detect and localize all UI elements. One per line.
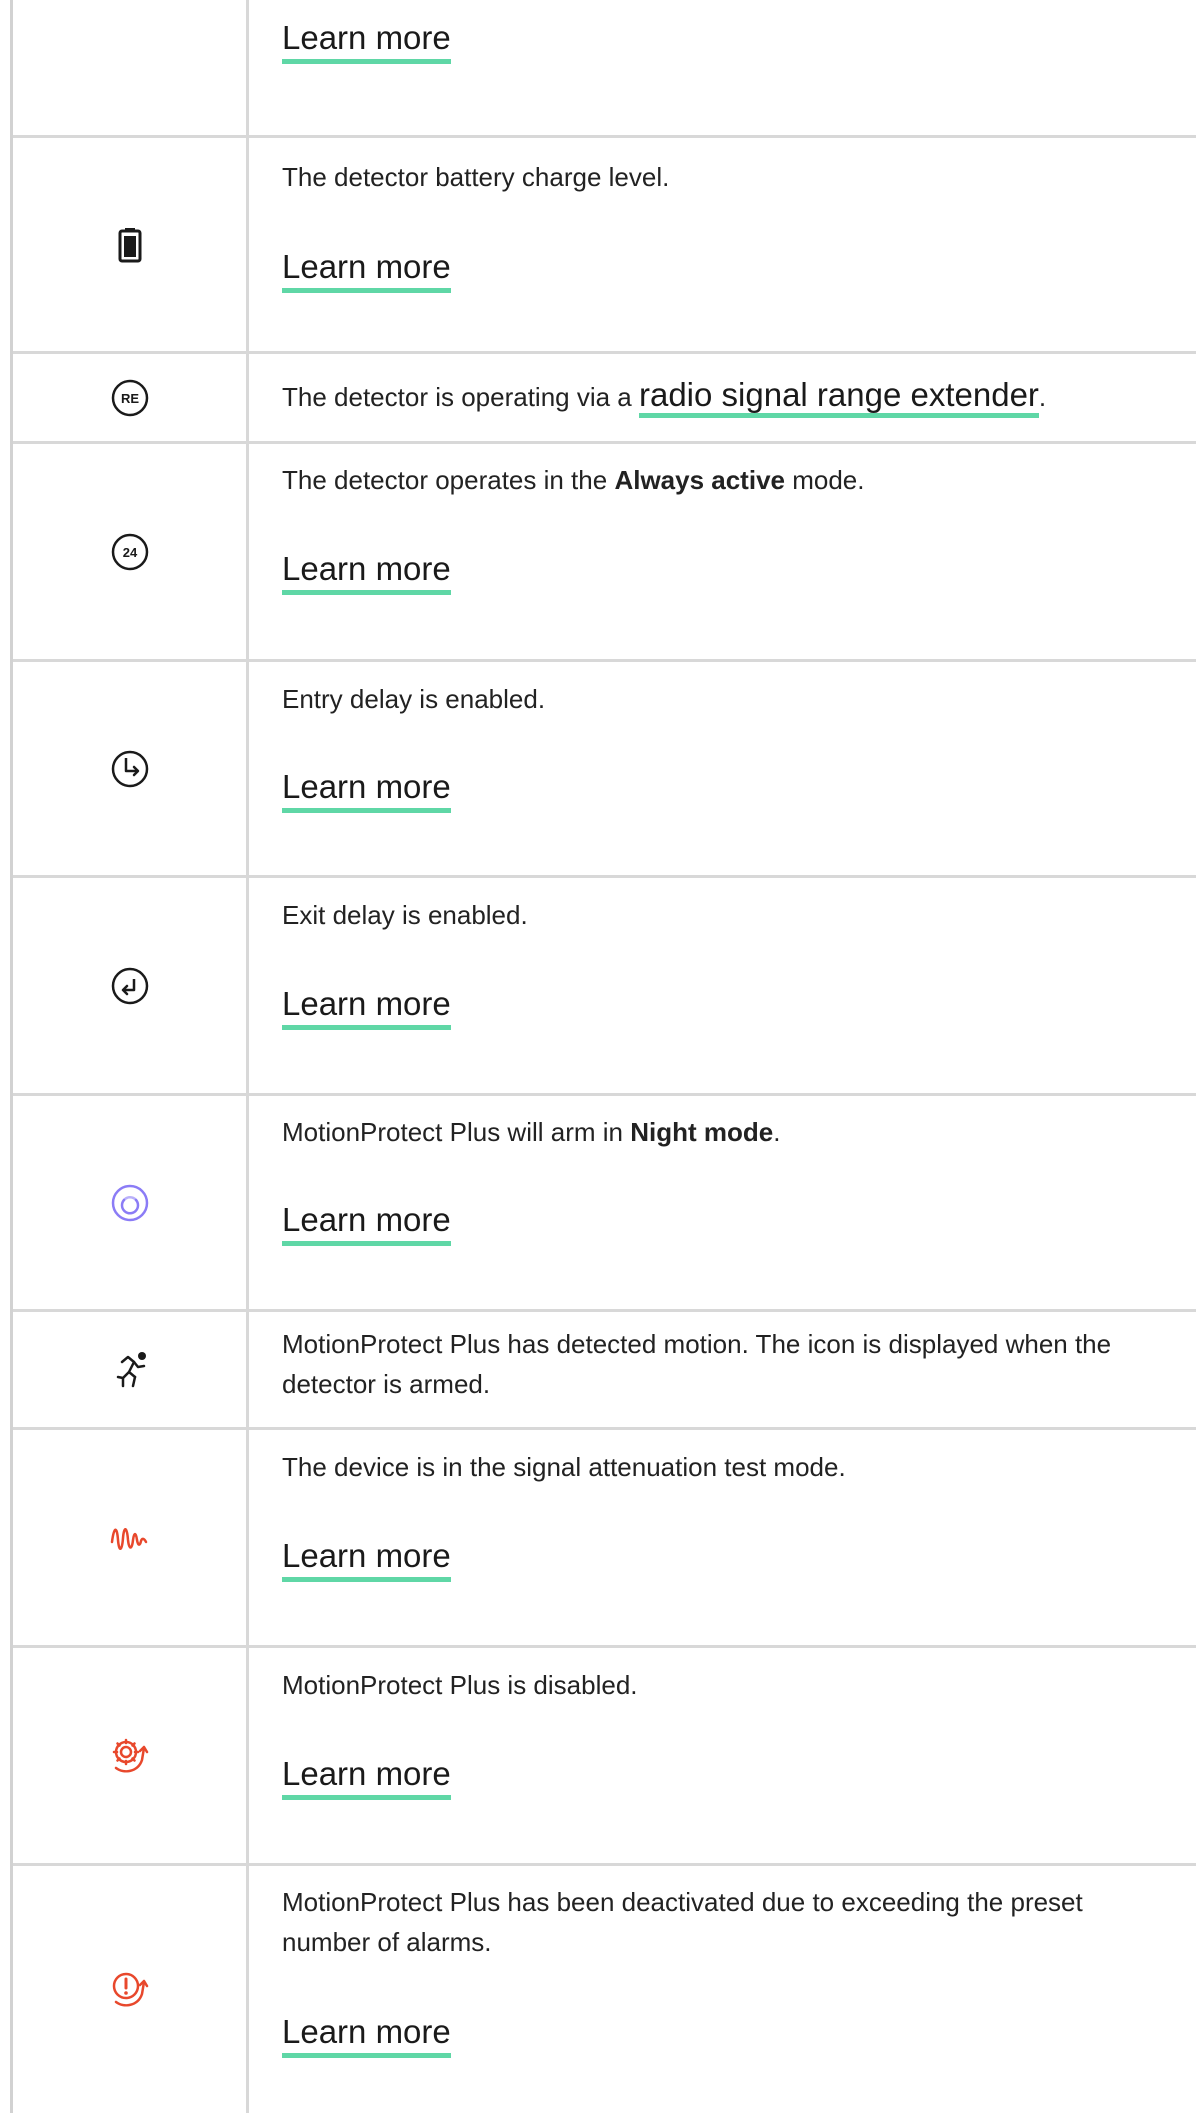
- disabled-icon: [108, 1734, 152, 1778]
- icon-cell: [13, 0, 249, 135]
- row-description: The detector battery charge level.: [282, 162, 670, 192]
- table-row: Entry delay is enabled. Learn more: [13, 662, 1196, 878]
- text-cell: The detector is operating via a radio si…: [269, 354, 1169, 441]
- learn-more-link[interactable]: Learn more: [282, 18, 451, 64]
- description-bold: Always active: [614, 465, 785, 495]
- learn-more-link[interactable]: Learn more: [282, 1754, 451, 1800]
- table-row: 24 The detector operates in the Always a…: [13, 444, 1196, 662]
- text-cell: The detector operates in the Always acti…: [269, 444, 1169, 659]
- icon-cell: [13, 1430, 249, 1645]
- battery-icon: [118, 227, 142, 263]
- learn-more-link[interactable]: Learn more: [282, 1536, 451, 1582]
- description-text: The detector operates in the: [282, 465, 615, 495]
- icon-cell: [13, 1648, 249, 1863]
- icon-cell: [13, 1312, 249, 1427]
- row-description: Entry delay is enabled.: [282, 684, 546, 714]
- description-text: The detector is operating via a: [282, 382, 639, 412]
- text-cell: Learn more: [269, 0, 1169, 135]
- radio-signal-range-extender-link[interactable]: radio signal range extender: [638, 376, 1039, 418]
- text-cell: The device is in the signal attenuation …: [269, 1430, 1169, 1645]
- icon-cell: [13, 1866, 249, 2113]
- description-text: MotionProtect Plus will arm in: [282, 1117, 631, 1147]
- text-cell: The detector battery charge level. Learn…: [269, 138, 1169, 351]
- table-row: Exit delay is enabled. Learn more: [13, 878, 1196, 1096]
- text-cell: MotionProtect Plus has been deactivated …: [269, 1866, 1169, 2126]
- signal-attenuation-icon: [108, 1520, 152, 1556]
- description-text: mode.: [785, 465, 865, 495]
- night-mode-icon: [110, 1183, 150, 1223]
- always-active-24-icon: 24: [110, 532, 150, 572]
- text-cell: MotionProtect Plus has detected motion. …: [269, 1312, 1169, 1427]
- learn-more-link[interactable]: Learn more: [282, 1200, 451, 1246]
- description-text: .: [773, 1117, 781, 1147]
- table-row: The detector battery charge level. Learn…: [13, 138, 1196, 354]
- range-extender-icon: RE: [110, 378, 150, 418]
- row-description: The device is in the signal attenuation …: [282, 1452, 846, 1482]
- table-row: Learn more: [13, 0, 1196, 138]
- table-row: MotionProtect Plus has been deactivated …: [13, 1866, 1196, 2126]
- table-row: MotionProtect Plus has detected motion. …: [13, 1312, 1196, 1430]
- row-description: MotionProtect Plus is disabled.: [282, 1670, 638, 1700]
- table-row: MotionProtect Plus is disabled. Learn mo…: [13, 1648, 1196, 1866]
- text-cell: MotionProtect Plus will arm in Night mod…: [269, 1096, 1169, 1309]
- icon-cell: 24: [13, 444, 249, 659]
- icon-cell: RE: [13, 354, 249, 441]
- row-description: The detector operates in the Always acti…: [282, 460, 865, 500]
- icon-cell: [13, 662, 249, 875]
- icon-cell: [13, 138, 249, 351]
- text-cell: Entry delay is enabled. Learn more: [269, 662, 1169, 875]
- row-description: The detector is operating via a radio si…: [282, 375, 1047, 418]
- text-cell: MotionProtect Plus is disabled. Learn mo…: [269, 1648, 1169, 1863]
- learn-more-link[interactable]: Learn more: [282, 767, 451, 813]
- table-row: MotionProtect Plus will arm in Night mod…: [13, 1096, 1196, 1312]
- icon-cell: [13, 878, 249, 1093]
- learn-more-link[interactable]: Learn more: [282, 2012, 451, 2058]
- learn-more-link[interactable]: Learn more: [282, 549, 451, 595]
- description-bold: Night mode: [630, 1117, 774, 1147]
- icon-cell: [13, 1096, 249, 1309]
- table-row: RE The detector is operating via a radio…: [13, 354, 1196, 444]
- row-description: MotionProtect Plus has detected motion. …: [282, 1329, 1112, 1399]
- learn-more-link[interactable]: Learn more: [282, 984, 451, 1030]
- svg-text:24: 24: [122, 545, 137, 560]
- row-description: Exit delay is enabled.: [282, 900, 528, 930]
- svg-text:RE: RE: [120, 391, 138, 406]
- text-cell: Exit delay is enabled. Learn more: [269, 878, 1169, 1093]
- motion-detected-icon: [108, 1348, 152, 1392]
- icons-table: Learn more The detector battery charge l…: [10, 0, 1196, 2113]
- alarm-limit-icon: [108, 1968, 152, 2012]
- exit-delay-icon: [110, 966, 150, 1006]
- entry-delay-icon: [110, 749, 150, 789]
- row-description: MotionProtect Plus will arm in Night mod…: [282, 1112, 780, 1152]
- learn-more-link[interactable]: Learn more: [282, 247, 451, 293]
- description-text: .: [1038, 382, 1047, 412]
- row-description: MotionProtect Plus has been deactivated …: [282, 1887, 1083, 1957]
- table-row: The device is in the signal attenuation …: [13, 1430, 1196, 1648]
